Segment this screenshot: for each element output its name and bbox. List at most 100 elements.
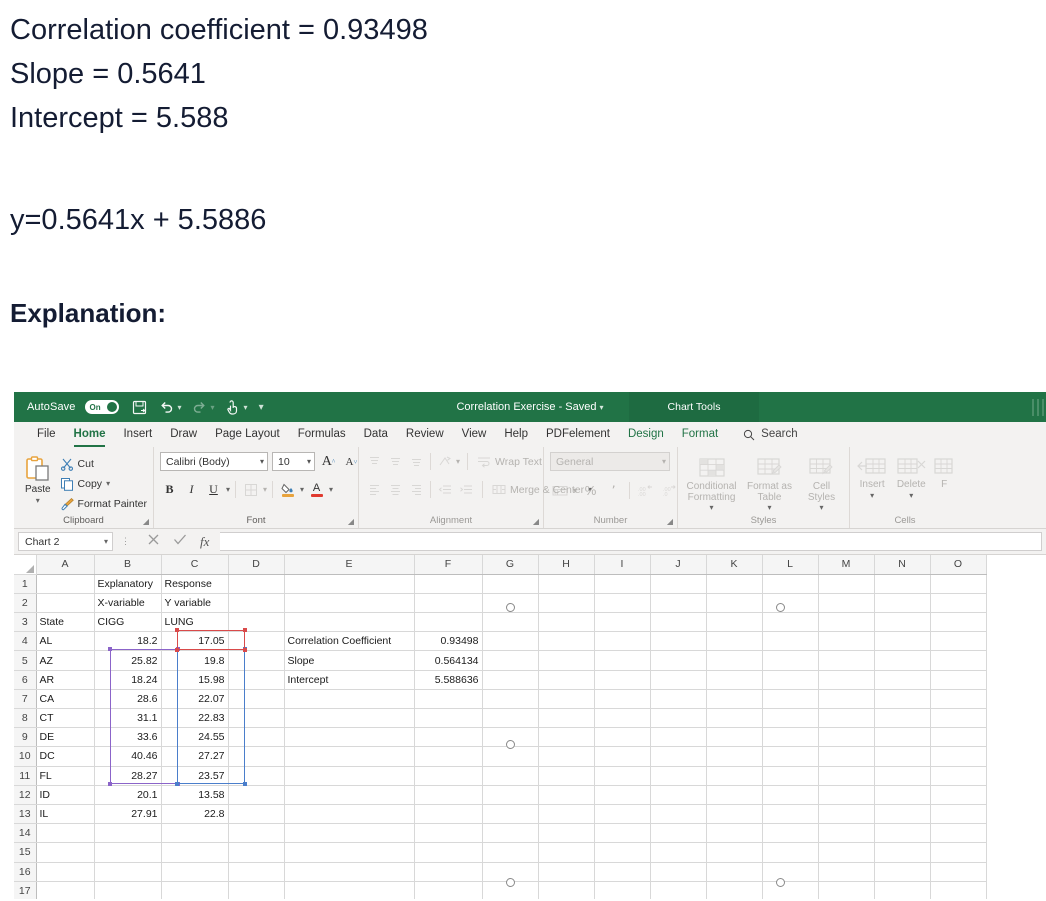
cell-L7[interactable] [762, 689, 819, 710]
cell-F10[interactable] [414, 746, 483, 767]
cell-B8[interactable]: 31.1 [94, 708, 162, 729]
cell-A14[interactable] [36, 823, 95, 844]
cell-G7[interactable] [482, 689, 539, 710]
font-size-combo[interactable]: 10 ▾ [272, 452, 315, 471]
increase-font-size-icon[interactable]: A ^ [319, 452, 338, 471]
underline-chevron-down-icon[interactable]: ▾ [226, 485, 230, 494]
cell-K10[interactable] [706, 746, 763, 767]
cell-M13[interactable] [818, 804, 875, 825]
cell-O8[interactable] [930, 708, 987, 729]
cell-I12[interactable] [594, 785, 651, 805]
cell-C16[interactable] [161, 862, 229, 882]
search-box[interactable]: Search [727, 422, 806, 447]
cell-M5[interactable] [818, 650, 875, 671]
cell-H8[interactable] [538, 708, 595, 729]
cell-F13[interactable] [414, 804, 483, 825]
font-size-chevron-down-icon[interactable]: ▾ [307, 457, 311, 466]
cell-A10[interactable]: DC [36, 746, 95, 767]
redo-chevron-down-icon[interactable]: ▾ [211, 403, 215, 412]
cell-L2[interactable] [762, 593, 819, 614]
cell-C1[interactable]: Response [161, 574, 229, 594]
bold-button[interactable]: B [160, 480, 179, 499]
cell-A13[interactable]: IL [36, 804, 95, 825]
cell-D12[interactable] [228, 785, 285, 805]
chart-handle-top-center[interactable] [776, 603, 785, 612]
chart-handle-bottom-center[interactable] [776, 878, 785, 887]
cell-J11[interactable] [650, 766, 707, 786]
cell-G5[interactable] [482, 650, 539, 671]
cell-E12[interactable] [284, 785, 415, 805]
tab-view[interactable]: View [453, 422, 496, 447]
cell-I9[interactable] [594, 727, 651, 748]
cell-M10[interactable] [818, 746, 875, 767]
cell-I17[interactable] [594, 881, 651, 899]
cell-M11[interactable] [818, 766, 875, 786]
cell-L10[interactable] [762, 746, 819, 767]
column-header-N[interactable]: N [874, 555, 931, 575]
cell-F4[interactable]: 0.93498 [414, 631, 483, 652]
decrease-indent-icon[interactable] [435, 480, 454, 499]
cell-J4[interactable] [650, 631, 707, 652]
cell-N7[interactable] [874, 689, 931, 710]
chart-handle-bottom-left[interactable] [506, 878, 515, 887]
tab-formulas[interactable]: Formulas [289, 422, 355, 447]
cell-L14[interactable] [762, 823, 819, 844]
cell-D2[interactable] [228, 593, 285, 614]
row-header-16[interactable]: 16 [14, 862, 37, 882]
cell-M3[interactable] [818, 612, 875, 633]
cell-B4[interactable]: 18.2 [94, 631, 162, 652]
row-header-8[interactable]: 8 [14, 708, 37, 729]
cell-L5[interactable] [762, 650, 819, 671]
row-header-10[interactable]: 10 [14, 746, 37, 767]
cell-O6[interactable] [930, 670, 987, 690]
cell-H4[interactable] [538, 631, 595, 652]
column-header-H[interactable]: H [538, 555, 595, 575]
cell-A6[interactable]: AR [36, 670, 95, 690]
number-format-combo[interactable]: General ▾ [550, 452, 670, 471]
cell-A3[interactable]: State [36, 612, 95, 633]
cell-L16[interactable] [762, 862, 819, 882]
cell-I11[interactable] [594, 766, 651, 786]
tab-data[interactable]: Data [355, 422, 397, 447]
cell-I3[interactable] [594, 612, 651, 633]
cell-L8[interactable] [762, 708, 819, 729]
column-header-B[interactable]: B [94, 555, 162, 575]
cell-L9[interactable] [762, 727, 819, 748]
cell-G8[interactable] [482, 708, 539, 729]
cell-I6[interactable] [594, 670, 651, 690]
clipboard-dialog-launcher-icon[interactable]: ◢ [143, 517, 149, 526]
insert-chevron-down-icon[interactable]: ▾ [870, 491, 874, 500]
cell-D1[interactable] [228, 574, 285, 594]
cell-G10[interactable] [482, 746, 539, 767]
cell-I13[interactable] [594, 804, 651, 825]
cell-I2[interactable] [594, 593, 651, 614]
cut-button[interactable]: Cut [60, 455, 147, 472]
align-middle-icon[interactable] [386, 452, 405, 471]
cell-E7[interactable] [284, 689, 415, 710]
tab-help[interactable]: Help [495, 422, 537, 447]
tab-draw[interactable]: Draw [161, 422, 206, 447]
cell-M12[interactable] [818, 785, 875, 805]
row-header-7[interactable]: 7 [14, 689, 37, 710]
tab-home[interactable]: Home [65, 422, 115, 447]
cell-N12[interactable] [874, 785, 931, 805]
cell-I16[interactable] [594, 862, 651, 882]
cell-D7[interactable] [228, 689, 285, 710]
cell-J8[interactable] [650, 708, 707, 729]
column-header-K[interactable]: K [706, 555, 763, 575]
cell-K2[interactable] [706, 593, 763, 614]
percent-style-button[interactable]: % [581, 481, 600, 500]
tab-format[interactable]: Format [673, 422, 727, 447]
cell-G14[interactable] [482, 823, 539, 844]
cell-H13[interactable] [538, 804, 595, 825]
enter-formula-icon[interactable] [173, 533, 187, 551]
cell-A7[interactable]: CA [36, 689, 95, 710]
cell-J16[interactable] [650, 862, 707, 882]
cell-A2[interactable] [36, 593, 95, 614]
align-right-icon[interactable] [407, 480, 426, 499]
save-icon[interactable] [131, 399, 148, 416]
cell-J12[interactable] [650, 785, 707, 805]
decrease-decimal-icon[interactable]: .00.0 [659, 481, 678, 500]
cell-O9[interactable] [930, 727, 987, 748]
cell-O1[interactable] [930, 574, 987, 594]
